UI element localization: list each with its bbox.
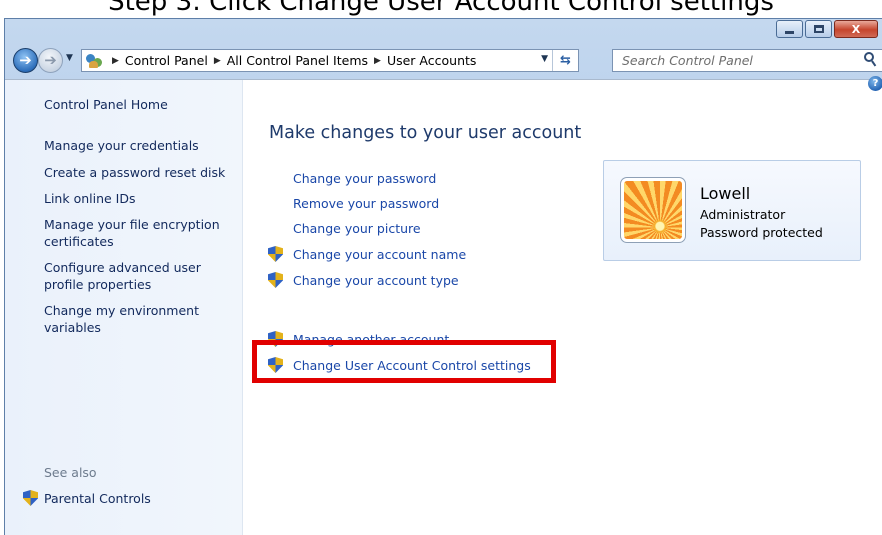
breadcrumb-separator-icon[interactable]: ▶ xyxy=(214,56,221,66)
search-input[interactable]: Search Control Panel xyxy=(612,49,882,72)
sidebar-item-control-panel-home[interactable]: Control Panel Home xyxy=(44,96,234,113)
sidebar-item-advanced-profile[interactable]: Configure advanced user profile properti… xyxy=(44,259,214,293)
task-change-password[interactable]: Change your password xyxy=(293,171,436,186)
breadcrumb-separator-icon: ▶ xyxy=(112,55,119,66)
minimize-button[interactable] xyxy=(776,20,803,38)
account-name: Lowell xyxy=(700,184,751,203)
refresh-icon: ⇆ xyxy=(560,53,571,68)
account-card: Lowell Administrator Password protected xyxy=(603,160,861,261)
task-label: Change your account name xyxy=(293,246,467,262)
see-also-label: See also xyxy=(44,465,97,480)
sidebar-item-link-online-ids[interactable]: Link online IDs xyxy=(44,190,234,207)
sidebar-item-environment-variables[interactable]: Change my environment variables xyxy=(44,302,209,336)
task-change-account-name[interactable]: Change your account name xyxy=(268,246,466,262)
content-area: Control Panel Home Manage your credentia… xyxy=(5,76,882,535)
user-accounts-icon xyxy=(86,53,106,69)
refresh-button[interactable]: ⇆ xyxy=(552,50,578,71)
uac-shield-icon xyxy=(23,490,38,506)
close-button[interactable]: X xyxy=(834,20,878,38)
uac-shield-icon xyxy=(268,246,283,262)
control-panel-window: X ➔ ➔ ▼ ▶ Control Panel ▶ All Control Pa… xyxy=(4,18,882,535)
parental-controls-label: Parental Controls xyxy=(44,490,151,506)
task-remove-password[interactable]: Remove your password xyxy=(293,196,439,211)
account-role: Administrator xyxy=(700,207,786,222)
sidebar: Control Panel Home Manage your credentia… xyxy=(5,80,243,535)
task-change-picture[interactable]: Change your picture xyxy=(293,221,421,236)
search-placeholder: Search Control Panel xyxy=(622,53,753,68)
back-arrow-icon: ➔ xyxy=(19,51,32,69)
task-change-account-type[interactable]: Change your account type xyxy=(268,272,459,288)
forward-button[interactable]: ➔ xyxy=(38,48,63,73)
back-button[interactable]: ➔ xyxy=(13,48,38,73)
address-dropdown[interactable]: ▼ xyxy=(541,54,548,64)
uac-shield-icon xyxy=(268,272,283,288)
window-controls: X xyxy=(776,20,878,38)
search-icon[interactable] xyxy=(864,52,878,68)
minimize-icon xyxy=(785,30,794,34)
sidebar-item-file-encryption[interactable]: Manage your file encryption certificates xyxy=(44,216,224,250)
sidebar-item-password-reset-disk[interactable]: Create a password reset disk xyxy=(44,164,234,181)
account-status: Password protected xyxy=(700,225,823,240)
highlight-annotation xyxy=(252,340,556,383)
breadcrumb-separator-icon[interactable]: ▶ xyxy=(374,56,381,66)
caption-text: Step 3: Click Change User Account Contro… xyxy=(108,0,774,17)
history-dropdown[interactable]: ▼ xyxy=(66,53,73,63)
close-icon: X xyxy=(851,22,861,36)
breadcrumb-user-accounts[interactable]: User Accounts xyxy=(387,53,476,68)
maximize-button[interactable] xyxy=(805,20,832,38)
navigation-bar: ➔ ➔ ▼ ▶ Control Panel ▶ All Control Pane… xyxy=(5,45,882,77)
address-bar[interactable]: ▶ Control Panel ▶ All Control Panel Item… xyxy=(81,49,579,72)
avatar[interactable] xyxy=(621,178,685,242)
page-title: Make changes to your user account xyxy=(269,123,582,143)
maximize-icon xyxy=(813,25,824,33)
help-icon[interactable]: ? xyxy=(868,76,882,91)
task-label: Change your account type xyxy=(293,272,459,288)
forward-arrow-icon: ➔ xyxy=(44,51,57,69)
sidebar-item-manage-credentials[interactable]: Manage your credentials xyxy=(44,137,234,154)
breadcrumb-all-items[interactable]: All Control Panel Items xyxy=(227,53,368,68)
breadcrumb-control-panel[interactable]: Control Panel xyxy=(125,53,208,68)
sidebar-item-parental-controls[interactable]: Parental Controls xyxy=(23,490,151,506)
